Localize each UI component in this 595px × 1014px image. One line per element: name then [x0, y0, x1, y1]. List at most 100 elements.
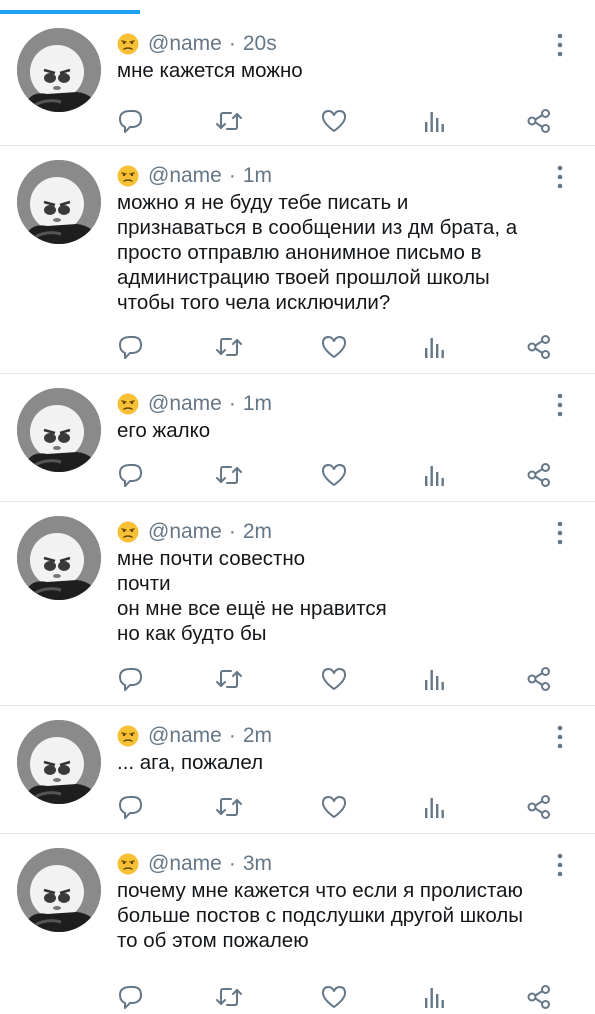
unamused-face-emoji-icon	[117, 521, 139, 543]
tweet-text: его жалко	[117, 418, 582, 443]
timestamp[interactable]: 3m	[243, 852, 272, 876]
more-options-icon[interactable]	[554, 520, 566, 546]
user-handle[interactable]: @name	[148, 392, 222, 416]
analytics-icon	[419, 984, 447, 1010]
separator-dot: ·	[228, 32, 236, 55]
share-icon	[525, 666, 553, 692]
retweet-button[interactable]	[215, 462, 243, 488]
tweet[interactable]: @name · 2m мне почти совестно почти он мне в…	[0, 502, 595, 706]
like-button[interactable]	[320, 462, 348, 488]
separator-dot: ·	[228, 164, 236, 187]
like-button[interactable]	[320, 984, 348, 1010]
tweet-text: почему мне кажется что если я пролистаю б…	[117, 878, 582, 953]
reply-icon	[117, 462, 145, 488]
share-icon	[525, 794, 553, 820]
like-button[interactable]	[320, 334, 348, 360]
retweet-button[interactable]	[215, 334, 243, 360]
analytics-button[interactable]	[419, 334, 447, 360]
unamused-face-emoji-icon	[117, 853, 139, 875]
retweet-icon	[215, 794, 243, 820]
reply-button[interactable]	[117, 984, 145, 1010]
user-handle[interactable]: @name	[148, 32, 222, 56]
tweet[interactable]: @name · 1m можно я не буду тебе писать и пр…	[0, 146, 595, 374]
retweet-icon	[215, 666, 243, 692]
timestamp[interactable]: 1m	[243, 164, 272, 188]
tweet-text: можно я не буду тебе писать и признаватьс…	[117, 190, 582, 315]
retweet-button[interactable]	[215, 984, 243, 1010]
avatar[interactable]	[17, 160, 101, 244]
avatar[interactable]	[17, 848, 101, 932]
tweet-text-line: просто отправлю анонимное письмо в	[117, 241, 482, 264]
reply-button[interactable]	[117, 794, 145, 820]
share-button[interactable]	[525, 984, 553, 1010]
like-button[interactable]	[320, 108, 348, 134]
like-icon	[320, 334, 348, 360]
retweet-button[interactable]	[215, 108, 243, 134]
share-icon	[525, 984, 553, 1010]
analytics-icon	[419, 462, 447, 488]
share-button[interactable]	[525, 666, 553, 692]
timestamp[interactable]: 2m	[243, 724, 272, 748]
analytics-icon	[419, 334, 447, 360]
timestamp[interactable]: 2m	[243, 520, 272, 544]
reply-icon	[117, 334, 145, 360]
retweet-button[interactable]	[215, 666, 243, 692]
tweet-text-line: ... ага, пожалел	[117, 751, 264, 774]
user-handle[interactable]: @name	[148, 520, 222, 544]
reply-button[interactable]	[117, 108, 145, 134]
like-icon	[320, 666, 348, 692]
tweet-text-line: больше постов с подслушки другой школы	[117, 904, 524, 927]
user-handle[interactable]: @name	[148, 164, 222, 188]
retweet-icon	[215, 334, 243, 360]
tweet-header: @name · 1m	[117, 162, 272, 190]
share-icon	[525, 462, 553, 488]
timestamp[interactable]: 1m	[243, 392, 272, 416]
tweet[interactable]: @name · 20s мне кажется можно	[0, 14, 595, 146]
reply-icon	[117, 108, 145, 134]
retweet-button[interactable]	[215, 794, 243, 820]
tweet-text-line: можно я не буду тебе писать и	[117, 191, 409, 214]
avatar[interactable]	[17, 28, 101, 112]
avatar[interactable]	[17, 720, 101, 804]
tweet-text-line: администрацию твоей прошлой школы	[117, 266, 490, 289]
like-button[interactable]	[320, 794, 348, 820]
more-options-icon[interactable]	[554, 724, 566, 750]
more-options-icon[interactable]	[554, 164, 566, 190]
separator-dot: ·	[228, 520, 236, 543]
tweet[interactable]: @name · 1m его жалко	[0, 374, 595, 502]
like-button[interactable]	[320, 666, 348, 692]
tweet[interactable]: @name · 2m ... ага, пожалел	[0, 706, 595, 834]
tweet-text: мне кажется можно	[117, 58, 582, 83]
more-options-icon[interactable]	[554, 852, 566, 878]
tweet-text-line: признаваться в сообщении из дм брата, а	[117, 216, 518, 239]
analytics-button[interactable]	[419, 984, 447, 1010]
tweet-text-line: мне кажется можно	[117, 59, 303, 82]
tweet-text-line: почти	[117, 572, 171, 595]
tweet-actions	[117, 984, 567, 1010]
separator-dot: ·	[228, 724, 236, 747]
reply-icon	[117, 984, 145, 1010]
tweet-text-line: чтобы того чела исключили?	[117, 291, 391, 314]
tweet-header: @name · 2m	[117, 518, 272, 546]
like-icon	[320, 794, 348, 820]
more-options-icon[interactable]	[554, 392, 566, 418]
more-options-icon[interactable]	[554, 32, 566, 58]
user-handle[interactable]: @name	[148, 852, 222, 876]
share-button[interactable]	[525, 108, 553, 134]
timestamp[interactable]: 20s	[243, 32, 277, 56]
analytics-button[interactable]	[419, 794, 447, 820]
share-button[interactable]	[525, 334, 553, 360]
analytics-button[interactable]	[419, 108, 447, 134]
avatar[interactable]	[17, 388, 101, 472]
share-button[interactable]	[525, 462, 553, 488]
analytics-button[interactable]	[419, 462, 447, 488]
user-handle[interactable]: @name	[148, 724, 222, 748]
avatar[interactable]	[17, 516, 101, 600]
reply-button[interactable]	[117, 462, 145, 488]
tweet-text-line: мне почти совестно	[117, 547, 306, 570]
reply-button[interactable]	[117, 334, 145, 360]
analytics-button[interactable]	[419, 666, 447, 692]
reply-button[interactable]	[117, 666, 145, 692]
share-button[interactable]	[525, 794, 553, 820]
tweet[interactable]: @name · 3m почему мне кажется что если я п…	[0, 834, 595, 1014]
